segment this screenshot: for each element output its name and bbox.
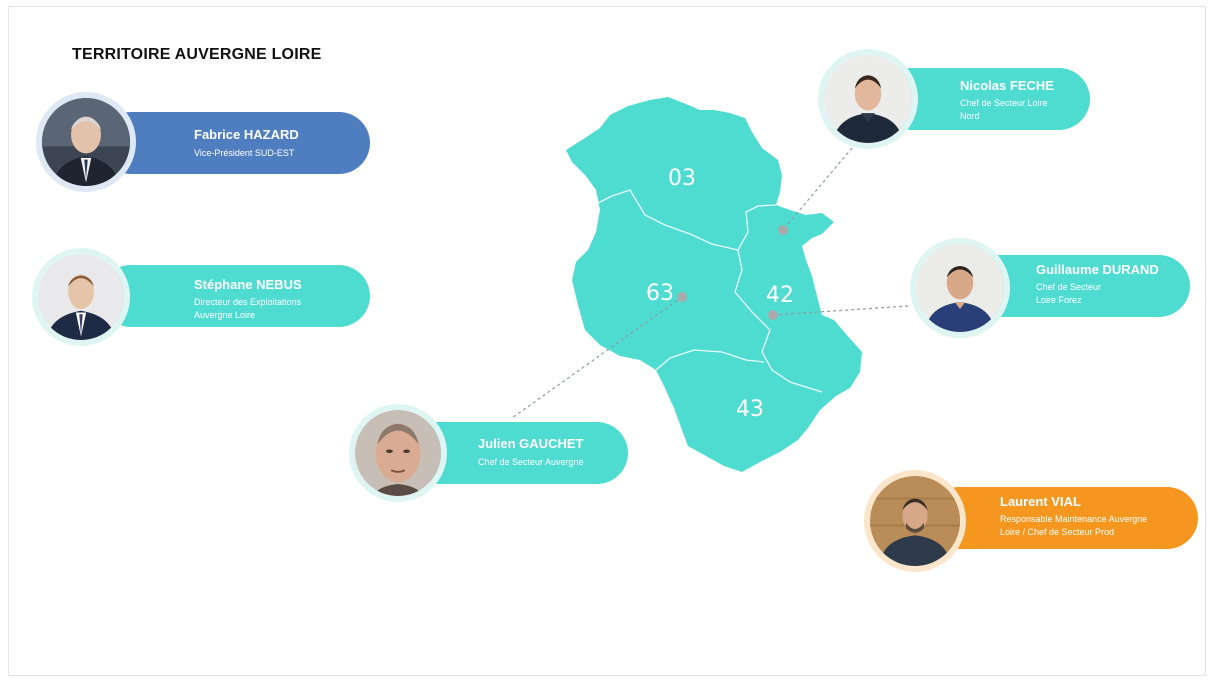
person-name: Julien GAUCHET: [478, 436, 584, 451]
person-role-line-2: Nord: [960, 111, 980, 121]
department-label-63: 63: [646, 281, 674, 306]
marker-dot-loire-nord: [778, 225, 788, 235]
department-label-03: 03: [668, 166, 696, 191]
person-role: Vice-Président SUD-EST: [194, 148, 295, 158]
person-card-laurent-vial: Laurent VIAL Responsable Maintenance Auv…: [928, 487, 1198, 549]
person-name: Fabrice HAZARD: [194, 127, 299, 142]
person-photo-icon: [916, 244, 1004, 332]
person-card-fabrice-hazard: Fabrice HAZARD Vice-Président SUD-EST: [100, 112, 370, 174]
person-role-line-2: Auvergne Loire: [194, 310, 256, 320]
person-photo-icon: [355, 410, 441, 496]
person-role-line-1: Chef de Secteur: [1036, 282, 1102, 292]
person-photo-guillaume: [910, 238, 1010, 338]
person-name: Stéphane NEBUS: [194, 277, 302, 292]
department-label-42: 42: [766, 283, 794, 308]
person-role: Chef de Secteur Auvergne: [478, 457, 584, 467]
person-role-line-1: Responsable Maintenance Auvergne: [1000, 514, 1148, 524]
marker-dot-auvergne: [677, 292, 687, 302]
person-photo-icon: [870, 476, 960, 566]
marker-dot-loire-forez: [768, 310, 778, 320]
territory-shape: [566, 97, 862, 472]
person-photo-julien: [349, 404, 447, 502]
person-name: Guillaume DURAND: [1036, 262, 1159, 277]
person-role-line-1: Chef de Secteur Loire: [960, 98, 1048, 108]
person-photo-laurent: [864, 470, 966, 572]
person-role-line-1: Directeur des Exploitations: [194, 297, 302, 307]
person-card-stephane-nebus: Stéphane NEBUS Directeur des Exploitatio…: [100, 265, 370, 327]
person-photo-icon: [824, 55, 912, 143]
person-photo-fabrice: [36, 92, 136, 192]
department-label-43: 43: [736, 397, 764, 422]
person-role-line-2: Loire Forez: [1036, 295, 1082, 305]
person-photo-stephane: [32, 248, 130, 346]
person-name: Laurent VIAL: [1000, 494, 1081, 509]
person-photo-icon: [42, 98, 130, 186]
person-photo-nicolas: [818, 49, 918, 149]
person-photo-icon: [38, 254, 124, 340]
person-role-line-2: Loire / Chef de Secteur Prod: [1000, 527, 1115, 537]
person-name: Nicolas FECHE: [960, 78, 1054, 93]
